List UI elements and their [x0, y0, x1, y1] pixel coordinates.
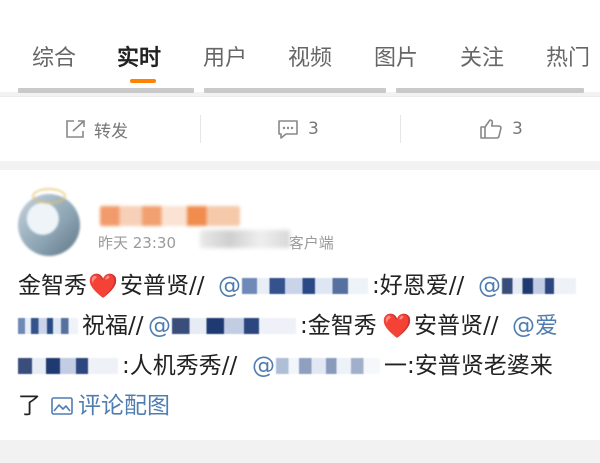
search-tab-bar: 综合 实时 用户 视频 图片 关注 热门: [0, 0, 600, 93]
text-segment: :人机秀秀//: [122, 353, 238, 379]
previous-post-action-bar: 转发 3 3: [0, 96, 600, 161]
thumbs-up-icon: [480, 119, 502, 139]
comment-bubble-icon: [278, 120, 298, 139]
text-segment: 了: [18, 393, 41, 419]
tab-comprehensive[interactable]: 综合: [32, 40, 76, 72]
tab-video[interactable]: 视频: [288, 40, 332, 72]
feed-gap: [0, 440, 600, 463]
mention-link[interactable]: @: [478, 266, 501, 306]
comment-button[interactable]: 3: [276, 97, 319, 161]
tab-users[interactable]: 用户: [203, 40, 247, 72]
previous-post-image[interactable]: [18, 88, 194, 93]
text-segment: :好恩爱//: [372, 273, 465, 299]
avatar[interactable]: [18, 188, 80, 256]
mention-redacted[interactable]: [18, 358, 118, 374]
image-icon: [51, 397, 73, 415]
mention-redacted[interactable]: [18, 318, 78, 334]
mention-redacted[interactable]: [502, 278, 576, 294]
like-button[interactable]: 3: [478, 97, 523, 161]
divider: [200, 115, 201, 143]
repost-label: 转发: [94, 121, 128, 142]
text-segment: 祝福//: [82, 313, 144, 339]
post-source: 客户端: [288, 234, 334, 252]
meta-redacted: [200, 230, 290, 248]
tab-images[interactable]: 图片: [374, 40, 418, 72]
comment-image-label: 评论配图: [78, 393, 170, 419]
tab-following[interactable]: 关注: [460, 40, 504, 72]
heart-emoji: ❤️: [382, 312, 412, 340]
text-segment: 一:安普贤老婆来: [384, 353, 553, 379]
post-time: 昨天 23:30: [98, 234, 176, 252]
mention-redacted[interactable]: [172, 318, 296, 334]
mention-link[interactable]: @: [218, 266, 241, 306]
previous-post-image[interactable]: [396, 88, 584, 93]
mention-link[interactable]: @: [252, 346, 275, 386]
text-segment: 安普贤//: [120, 273, 205, 299]
mention-link[interactable]: @爱: [512, 306, 558, 346]
divider: [400, 115, 401, 143]
active-tab-indicator: [130, 79, 156, 83]
heart-emoji: ❤️: [88, 272, 118, 300]
comment-image-link[interactable]: 评论配图: [50, 386, 170, 426]
tab-hot[interactable]: 热门: [546, 40, 590, 72]
username-redacted[interactable]: [100, 206, 240, 226]
repost-button[interactable]: 转发: [64, 97, 128, 161]
like-count: 3: [512, 119, 523, 139]
mention-link[interactable]: @: [148, 306, 171, 346]
post-card[interactable]: 昨天 23:30 客户端 金智秀 ❤️ 安普贤// @ :好恩爱// @ 祝福/…: [0, 170, 600, 440]
mention-redacted[interactable]: [276, 358, 380, 374]
share-arrow-icon: [66, 120, 85, 138]
tab-realtime[interactable]: 实时: [117, 40, 161, 72]
text-segment: 金智秀: [18, 273, 87, 299]
text-segment: 安普贤//: [414, 313, 499, 339]
comment-count: 3: [308, 119, 319, 139]
text-segment: :金智秀: [300, 313, 377, 339]
mention-redacted[interactable]: [242, 278, 368, 294]
previous-post-image[interactable]: [204, 88, 386, 93]
